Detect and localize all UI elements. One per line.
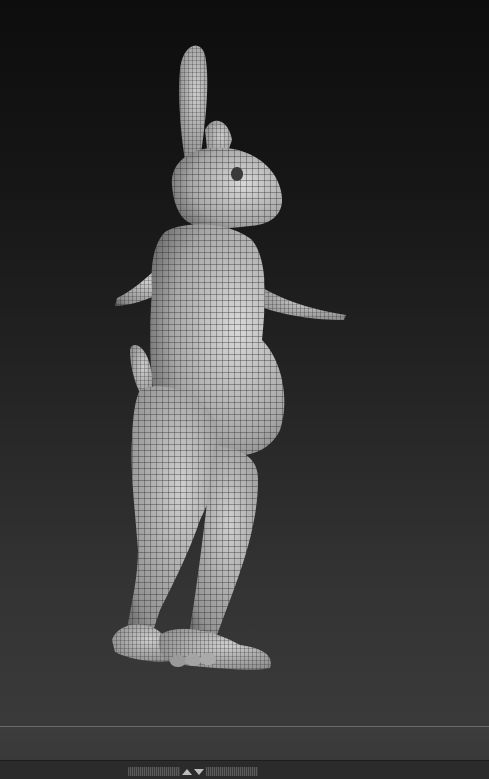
triangle-down-icon (194, 768, 204, 775)
model-ear (179, 45, 232, 160)
model-feet (112, 624, 271, 670)
canvas-viewport[interactable] (0, 0, 489, 726)
triangle-up-icon (182, 768, 192, 775)
model-head (171, 147, 283, 229)
bottom-shelf (0, 727, 489, 760)
tray-toggle-button[interactable] (180, 766, 206, 777)
rabbit-model[interactable] (0, 0, 489, 726)
